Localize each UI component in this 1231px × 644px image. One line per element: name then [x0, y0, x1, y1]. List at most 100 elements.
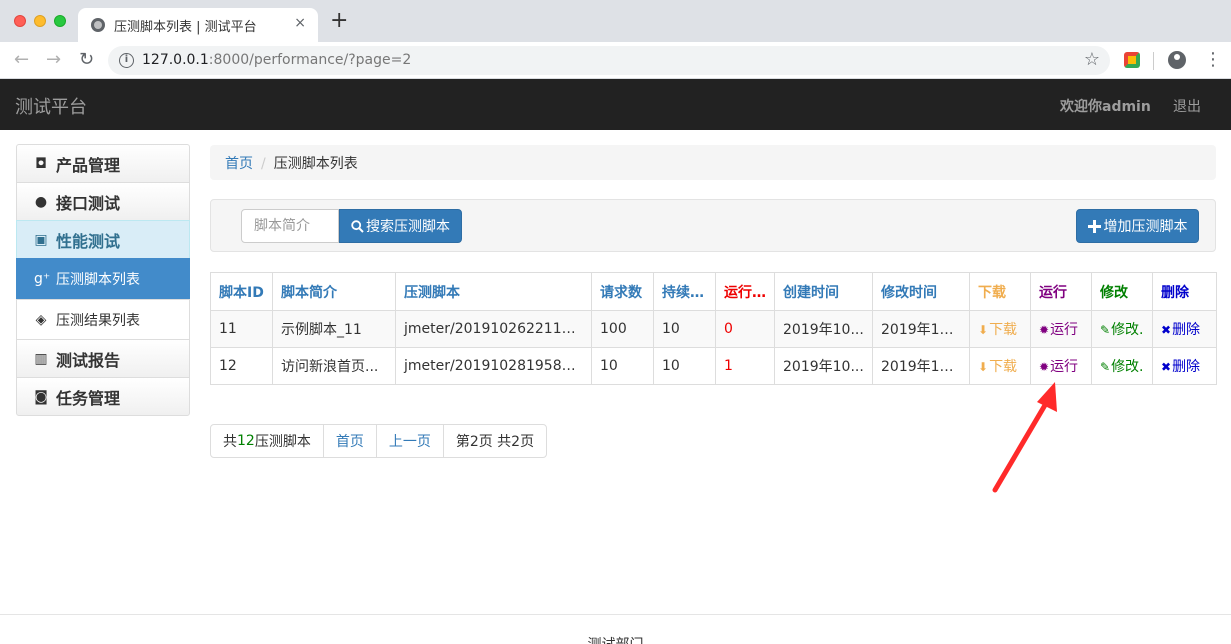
column-header: 运行次数: [715, 272, 775, 311]
edit-label: 修改.: [1111, 322, 1144, 338]
download-label: 下载: [989, 322, 1018, 338]
sidebar-item-report[interactable]: ▥ 测试报告: [16, 339, 190, 378]
github-icon: ●: [34, 193, 48, 210]
pagination: 共 12 压测脚本 首页 上一页 第2页 共2页: [210, 424, 548, 458]
back-icon[interactable]: ←: [14, 50, 29, 70]
plus-icon: [1087, 219, 1101, 233]
url-host: 127.0.0.1: [142, 52, 209, 68]
breadcrumb-home-link[interactable]: 首页: [225, 156, 253, 172]
column-header: 脚本简介: [272, 272, 396, 311]
search-button[interactable]: 搜索压测脚本: [339, 209, 462, 243]
breadcrumb: 首页 / 压测脚本列表: [210, 145, 1216, 180]
table-header-row: 脚本ID 脚本简介 压测脚本 请求数 持续时间 运行次数 创建时间 修改时间 下…: [210, 272, 1217, 311]
download-icon: ⬇: [978, 360, 989, 374]
run-label: 运行: [1050, 359, 1079, 375]
app-navbar: 测试平台 欢迎你admin 退出: [0, 79, 1231, 130]
sidebar-item-label: 任务管理: [56, 388, 121, 408]
browser-tab[interactable]: 压测脚本列表 | 测试平台 ×: [78, 8, 318, 42]
sidebar-item-label: 压测结果列表: [56, 312, 140, 329]
edit-label: 修改.: [1111, 359, 1144, 375]
cell-duration: 10: [653, 310, 716, 348]
url-path: :8000/performance/?page=2: [208, 52, 412, 68]
bookmark-star-icon[interactable]: ☆: [1084, 49, 1100, 70]
delete-link[interactable]: ✖删除: [1152, 347, 1217, 385]
logout-link[interactable]: 退出: [1173, 96, 1201, 116]
edit-link[interactable]: ✎修改.: [1091, 310, 1153, 348]
cell-desc: 示例脚本_11: [272, 310, 396, 348]
sidebar-item-product[interactable]: ◘ 产品管理: [16, 144, 190, 183]
extension-icon[interactable]: [1124, 52, 1140, 68]
cell-runs: 1: [715, 347, 775, 385]
column-header: 压测脚本: [395, 272, 592, 311]
minimize-window-button[interactable]: [34, 15, 46, 27]
sidebar-item-api-test[interactable]: ● 接口测试: [16, 182, 190, 221]
tab-title: 压测脚本列表 | 测试平台: [114, 20, 257, 35]
prev-page-link[interactable]: 上一页: [375, 424, 444, 458]
search-panel: 搜索压测脚本 增加压测脚本: [210, 199, 1216, 252]
profile-icon[interactable]: [1168, 51, 1186, 69]
sidebar-item-result-list[interactable]: ◈ 压测结果列表: [16, 299, 190, 340]
sidebar-item-label: 测试报告: [56, 350, 121, 370]
sidebar-item-tasks[interactable]: ◙ 任务管理: [16, 377, 190, 416]
search-icon: [351, 219, 364, 233]
cell-requests: 100: [591, 310, 654, 348]
download-link[interactable]: ⬇下载: [969, 310, 1031, 348]
sidebar-menu: ◘ 产品管理 ● 接口测试 ▣ 性能测试 g⁺ 压测脚本列表 ◈ 压测结果列表 …: [16, 144, 190, 416]
sidebar-item-label: 产品管理: [56, 155, 121, 175]
delete-label: 删除: [1172, 322, 1201, 338]
edit-link[interactable]: ✎修改.: [1091, 347, 1153, 385]
table-row: 12 访问新浪首页... jmeter/20191028195800/s... …: [210, 347, 1217, 385]
cell-duration: 10: [653, 347, 716, 385]
total-count: 12: [237, 433, 255, 449]
info-icon[interactable]: i: [119, 53, 134, 68]
cell-id: 11: [210, 310, 273, 348]
delete-label: 删除: [1172, 359, 1201, 375]
address-bar[interactable]: i 127.0.0.1:8000/performance/?page=2 ☆: [108, 46, 1110, 75]
welcome-user[interactable]: 欢迎你admin: [1060, 96, 1151, 116]
delete-link[interactable]: ✖删除: [1152, 310, 1217, 348]
brand-title[interactable]: 测试平台: [15, 93, 87, 119]
column-header: 运行: [1030, 272, 1092, 311]
first-page-link[interactable]: 首页: [322, 424, 377, 458]
forward-icon[interactable]: →: [46, 50, 61, 70]
column-header: 脚本ID: [210, 272, 273, 311]
column-header: 持续时间: [653, 272, 716, 311]
download-icon: ⬇: [978, 323, 989, 337]
bug-icon: ✹: [1039, 360, 1050, 374]
total-prefix: 共: [223, 434, 237, 450]
close-window-button[interactable]: [14, 15, 26, 27]
cell-script: jmeter/20191026221142/...: [395, 310, 592, 348]
search-input[interactable]: [241, 209, 339, 243]
sidebar-item-label: 接口测试: [56, 193, 121, 213]
breadcrumb-current: 压测脚本列表: [273, 156, 358, 172]
run-link[interactable]: ✹运行: [1030, 310, 1092, 348]
browser-toolbar: ← → ↻ i 127.0.0.1:8000/performance/?page…: [0, 42, 1231, 79]
sidebar-item-label: 性能测试: [56, 231, 121, 251]
toolbar-divider: [1153, 52, 1154, 70]
cell-modified: 2019年10...: [872, 347, 970, 385]
browser-menu-icon[interactable]: ⋮: [1204, 50, 1222, 70]
cell-script: jmeter/20191028195800/s...: [395, 347, 592, 385]
new-tab-button[interactable]: +: [330, 10, 348, 32]
tab-close-icon[interactable]: ×: [294, 15, 306, 31]
edit-icon: ✎: [1100, 360, 1111, 374]
google-plus-icon: g⁺: [34, 271, 51, 287]
add-script-button[interactable]: 增加压测脚本: [1076, 209, 1199, 243]
download-label: 下载: [989, 359, 1018, 375]
column-header: 请求数: [591, 272, 654, 311]
sidebar-item-performance[interactable]: ▣ 性能测试: [16, 220, 190, 259]
bug-icon: ✹: [1039, 323, 1050, 337]
url-text[interactable]: 127.0.0.1:8000/performance/?page=2: [142, 52, 411, 68]
github-icon: ◘: [35, 155, 47, 172]
search-button-label: 搜索压测脚本: [366, 219, 450, 235]
browser-tab-bar: 压测脚本列表 | 测试平台 × +: [0, 0, 1231, 42]
cell-desc: 访问新浪首页...: [272, 347, 396, 385]
maximize-window-button[interactable]: [54, 15, 66, 27]
column-header: 修改时间: [872, 272, 970, 311]
reload-icon[interactable]: ↻: [79, 50, 94, 70]
add-script-button-label: 增加压测脚本: [1103, 219, 1188, 235]
sidebar-item-script-list[interactable]: g⁺ 压测脚本列表: [16, 258, 190, 300]
column-header: 删除: [1152, 272, 1217, 311]
script-table: 脚本ID 脚本简介 压测脚本 请求数 持续时间 运行次数 创建时间 修改时间 下…: [210, 272, 1217, 385]
github-cat-icon: ◙: [34, 388, 48, 405]
